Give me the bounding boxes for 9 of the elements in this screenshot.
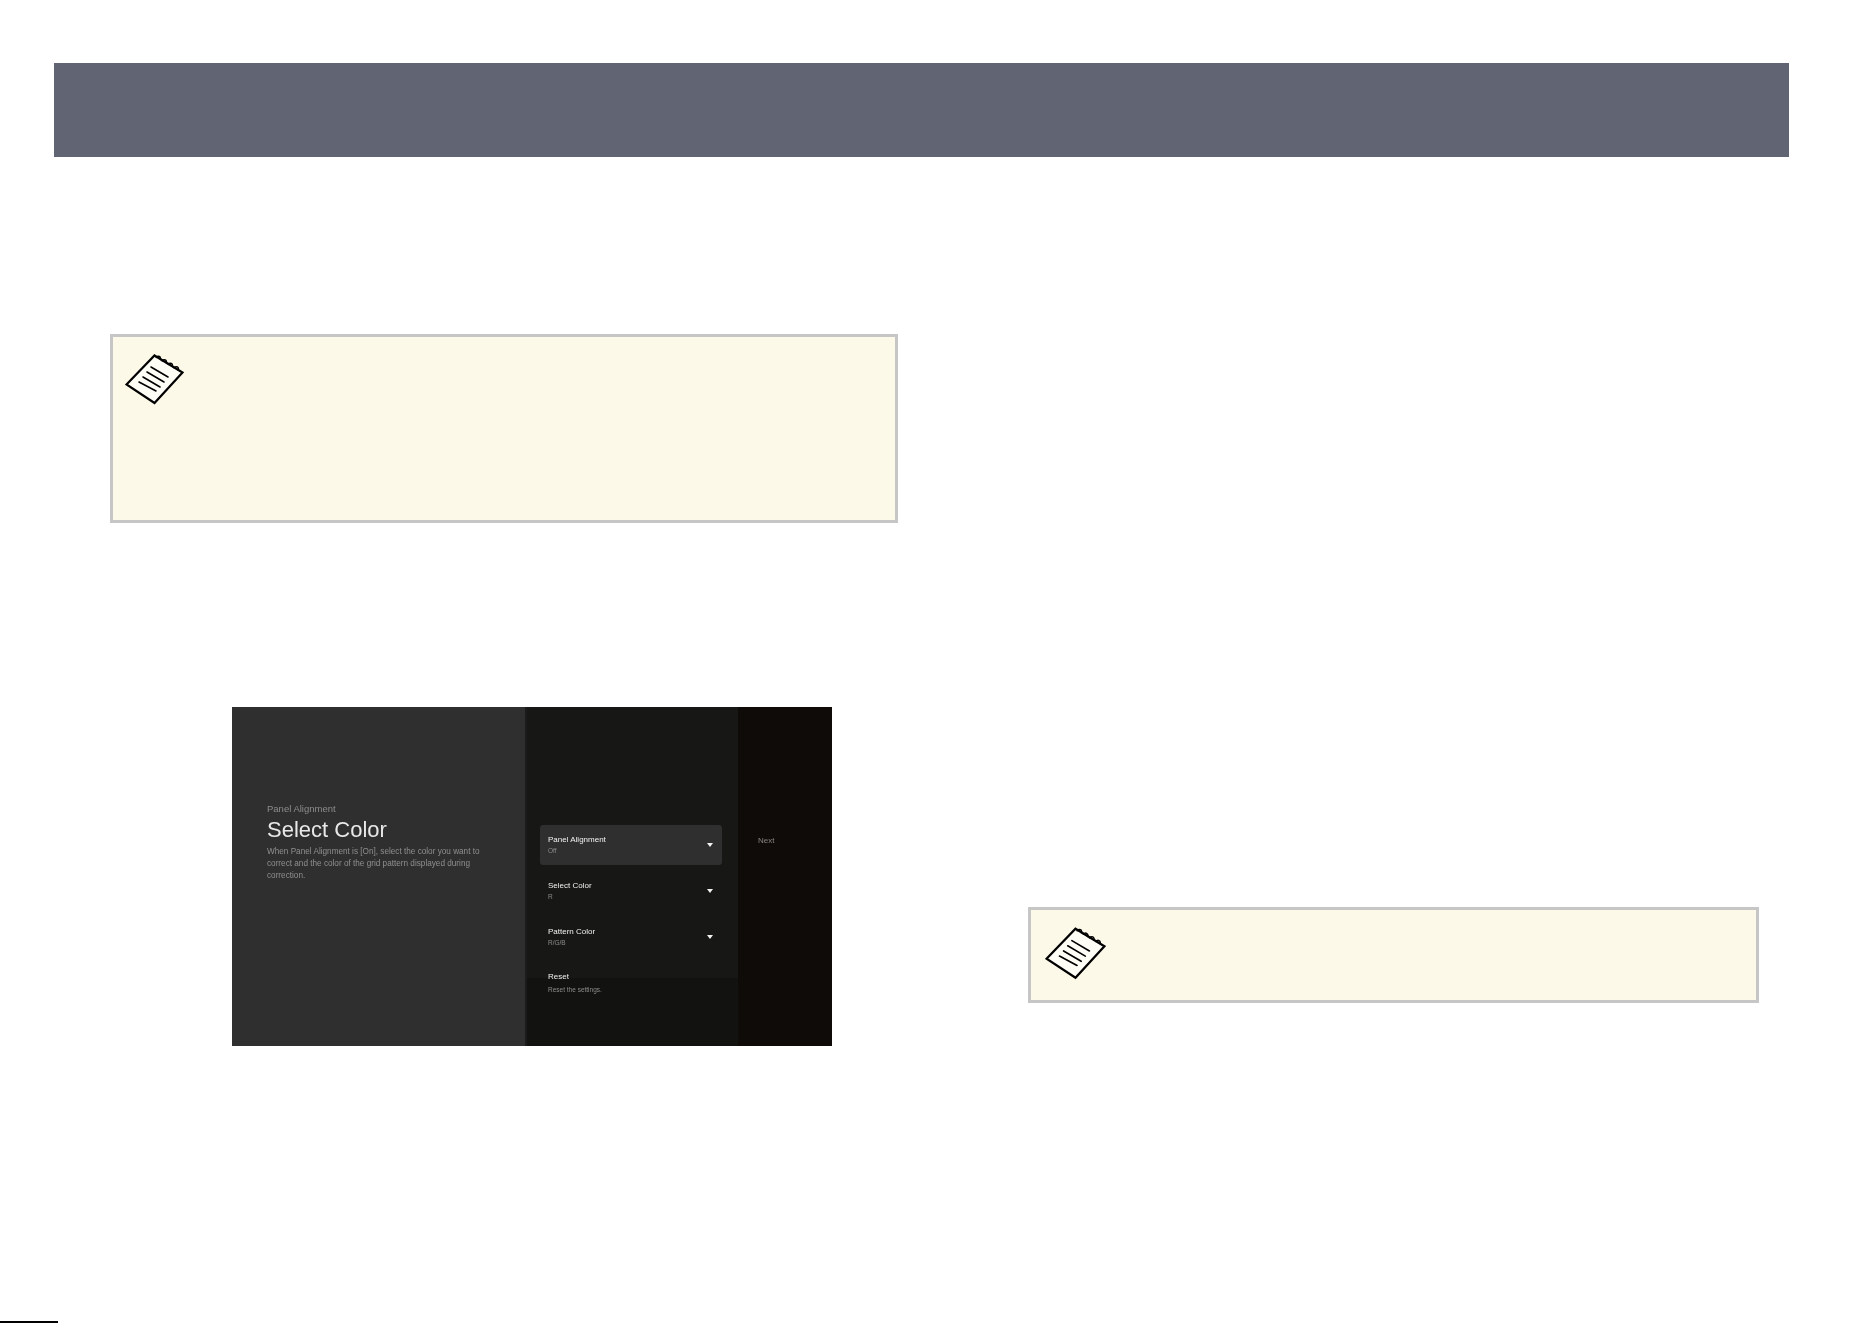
- notepad-icon: [1045, 926, 1107, 980]
- notepad-icon: [125, 353, 185, 405]
- panel-description: When Panel Alignment is [On], select the color you want to correct and the color of the grid pattern displayed during correction.: [267, 846, 481, 882]
- caret-icon: [707, 935, 713, 939]
- panel-title: Select Color: [267, 817, 388, 843]
- breadcrumb-text: Panel Alignment: [267, 803, 337, 815]
- next-button[interactable]: Next: [758, 836, 775, 846]
- caret-icon: [707, 843, 713, 847]
- caret-icon: [707, 889, 713, 893]
